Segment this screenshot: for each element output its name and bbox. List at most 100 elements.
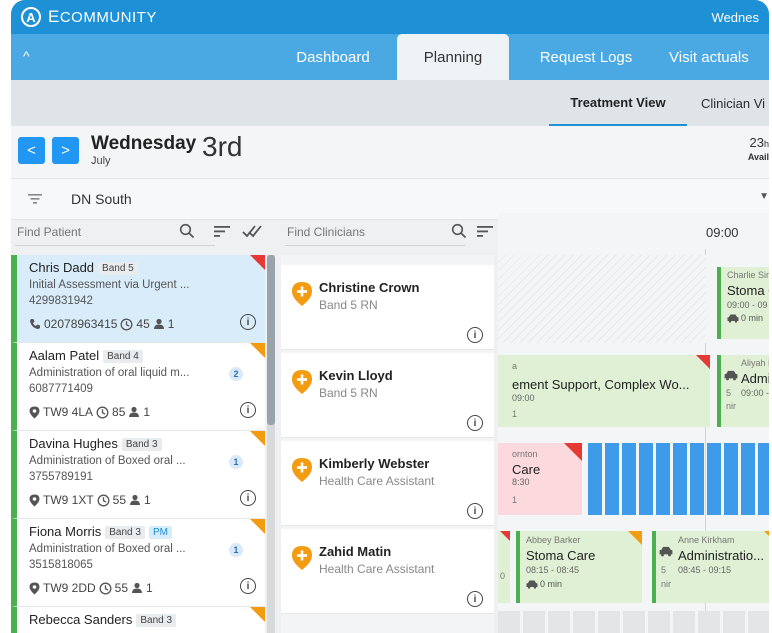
double-check-icon[interactable] — [242, 224, 262, 238]
booked-slot[interactable] — [724, 443, 738, 515]
patient-card[interactable]: Aalam Patel Band 4 Administration of oral… — [11, 343, 265, 431]
month-label: July — [91, 155, 111, 167]
info-icon[interactable]: i — [467, 415, 483, 431]
search-icon[interactable] — [451, 223, 467, 239]
patient-search-underline — [15, 245, 215, 246]
previous-day-button[interactable]: < — [18, 137, 45, 164]
clinician-search-input[interactable] — [285, 219, 429, 245]
info-icon[interactable]: i — [240, 314, 256, 330]
search-icon[interactable] — [179, 223, 195, 239]
booked-slot[interactable] — [656, 443, 670, 515]
patient-name: Davina Hughes — [29, 436, 118, 451]
clinician-name: Christine Crown — [319, 280, 420, 295]
patient-postcode: TW9 2DD — [43, 581, 96, 595]
booked-slot[interactable] — [690, 443, 704, 515]
tab-request-logs[interactable]: Request Logs — [511, 34, 661, 80]
visit-block[interactable]: 0 — [498, 531, 510, 603]
collapse-chevron-icon[interactable]: ^ — [23, 48, 30, 64]
clinician-card[interactable]: Zahid Matin Health Care Assistant i — [281, 529, 494, 614]
clinician-pin-icon — [292, 458, 312, 482]
booked-slot[interactable] — [639, 443, 653, 515]
tab-clinician-view[interactable]: Clinician Vi — [701, 80, 765, 126]
visit-title: Admin — [741, 371, 769, 386]
hour-label: 09:00 — [706, 225, 739, 240]
chevron-left-icon: < — [27, 142, 36, 159]
priority-flag — [764, 531, 769, 545]
visit-block[interactable]: Abbey Barker Stoma Care 08:15 - 08:45 0 … — [516, 531, 642, 603]
booked-slot[interactable] — [588, 443, 602, 515]
patient-card[interactable]: Chris Dadd Band 5 Initial Assessment via … — [11, 255, 265, 343]
unavailable-slot — [498, 611, 769, 633]
schedule-timeline: 09:00 Charlie Sin Stoma C 09:00 - 09 0 m… — [498, 213, 769, 633]
sub-nav: Treatment View Clinician Vi — [11, 80, 769, 126]
clinician-name: Zahid Matin — [319, 544, 392, 559]
visit-block[interactable]: Aliyah B Admin 5 09:00 - nir — [717, 355, 769, 427]
clock-icon — [99, 582, 112, 594]
clinician-card[interactable]: Christine Crown Band 5 RN i — [281, 265, 494, 350]
header-date: Wednes — [711, 9, 759, 25]
booked-slot[interactable] — [673, 443, 687, 515]
patient-search — [11, 213, 273, 251]
patient-card[interactable]: Fiona Morris Band 3 PM Administration of B… — [11, 519, 265, 607]
booked-slot[interactable] — [758, 443, 769, 515]
visit-block[interactable]: ornton Care 8:30 1 — [498, 443, 582, 515]
priority-flag — [250, 343, 265, 358]
info-icon[interactable]: i — [467, 503, 483, 519]
staff-required: 1 — [143, 405, 151, 419]
clinician-pin-icon — [292, 282, 312, 306]
tab-visit-actuals[interactable]: Visit actuals — [669, 34, 769, 80]
treatment-description: Initial Assessment via Urgent ... — [29, 279, 190, 291]
sort-icon[interactable] — [477, 225, 493, 238]
visit-block[interactable]: Charlie Sin Stoma C 09:00 - 09 0 min — [717, 267, 769, 339]
booked-slot[interactable] — [707, 443, 721, 515]
patient-list-scrollbar[interactable] — [267, 255, 275, 633]
tab-dashboard[interactable]: Dashboard — [269, 34, 397, 80]
car-icon — [724, 370, 738, 381]
next-day-button[interactable]: > — [52, 137, 79, 164]
planning-content: Chris DaddBand 5 Initial Assessment via … — [11, 213, 769, 633]
clinician-pin-icon — [292, 546, 312, 570]
clinician-search — [281, 213, 494, 251]
visit-patient-name: Charlie Sin — [727, 270, 769, 280]
patient-name: Rebecca Sanders — [29, 612, 133, 627]
visit-duration: 55 — [114, 581, 129, 595]
clinician-card[interactable]: Kimberly Webster Health Care Assistant i — [281, 441, 494, 526]
person-icon — [129, 406, 140, 417]
visit-block[interactable]: a ement Support, Complex Wo... 09:00 1 — [498, 355, 710, 427]
priority-flag — [250, 431, 265, 446]
clinician-pin-icon — [292, 370, 312, 394]
info-icon[interactable]: i — [467, 327, 483, 343]
info-icon[interactable]: i — [467, 591, 483, 607]
band-badge: Band 5 — [98, 262, 138, 275]
band-badge: Band 3 — [136, 614, 177, 627]
booked-slot[interactable] — [605, 443, 619, 515]
patient-number: 3755789191 — [29, 471, 93, 483]
visit-block[interactable]: Anne Kirkham Administratio... 5 08:45 - … — [652, 531, 769, 603]
clock-icon — [96, 406, 109, 418]
tab-treatment-view[interactable]: Treatment View — [549, 80, 687, 126]
clinician-card[interactable]: Kevin Lloyd Band 5 RN i — [281, 353, 494, 438]
booked-slot[interactable] — [741, 443, 755, 515]
priority-flag — [564, 443, 582, 461]
visit-time: 09:00 - — [741, 388, 769, 398]
patient-meta: TW9 1XT 55 1 — [29, 493, 151, 507]
patient-search-input[interactable] — [15, 219, 179, 245]
info-icon[interactable]: i — [240, 578, 256, 594]
info-icon[interactable]: i — [240, 490, 256, 506]
patient-name: Chris Dadd — [29, 260, 95, 275]
patient-card[interactable]: Rebecca Sanders Band 3 — [11, 607, 265, 633]
scrollbar-thumb[interactable] — [267, 255, 275, 425]
travel-time: 0 min — [540, 579, 563, 589]
visit-duration: 85 — [112, 405, 126, 419]
tab-planning[interactable]: Planning — [397, 34, 509, 80]
booked-slot[interactable] — [622, 443, 636, 515]
visit-time: 08:45 - 09:15 — [678, 565, 732, 575]
patient-postcode: TW9 1XT — [43, 493, 94, 507]
pm-badge: PM — [148, 526, 172, 539]
staff-required: 1 — [146, 581, 153, 595]
info-icon[interactable]: i — [240, 402, 256, 418]
patient-card[interactable]: Davina Hughes Band 3 Administration of Bo… — [11, 431, 265, 519]
priority-flag — [250, 607, 265, 622]
clinician-search-underline — [285, 245, 465, 246]
sort-icon[interactable] — [214, 225, 230, 238]
